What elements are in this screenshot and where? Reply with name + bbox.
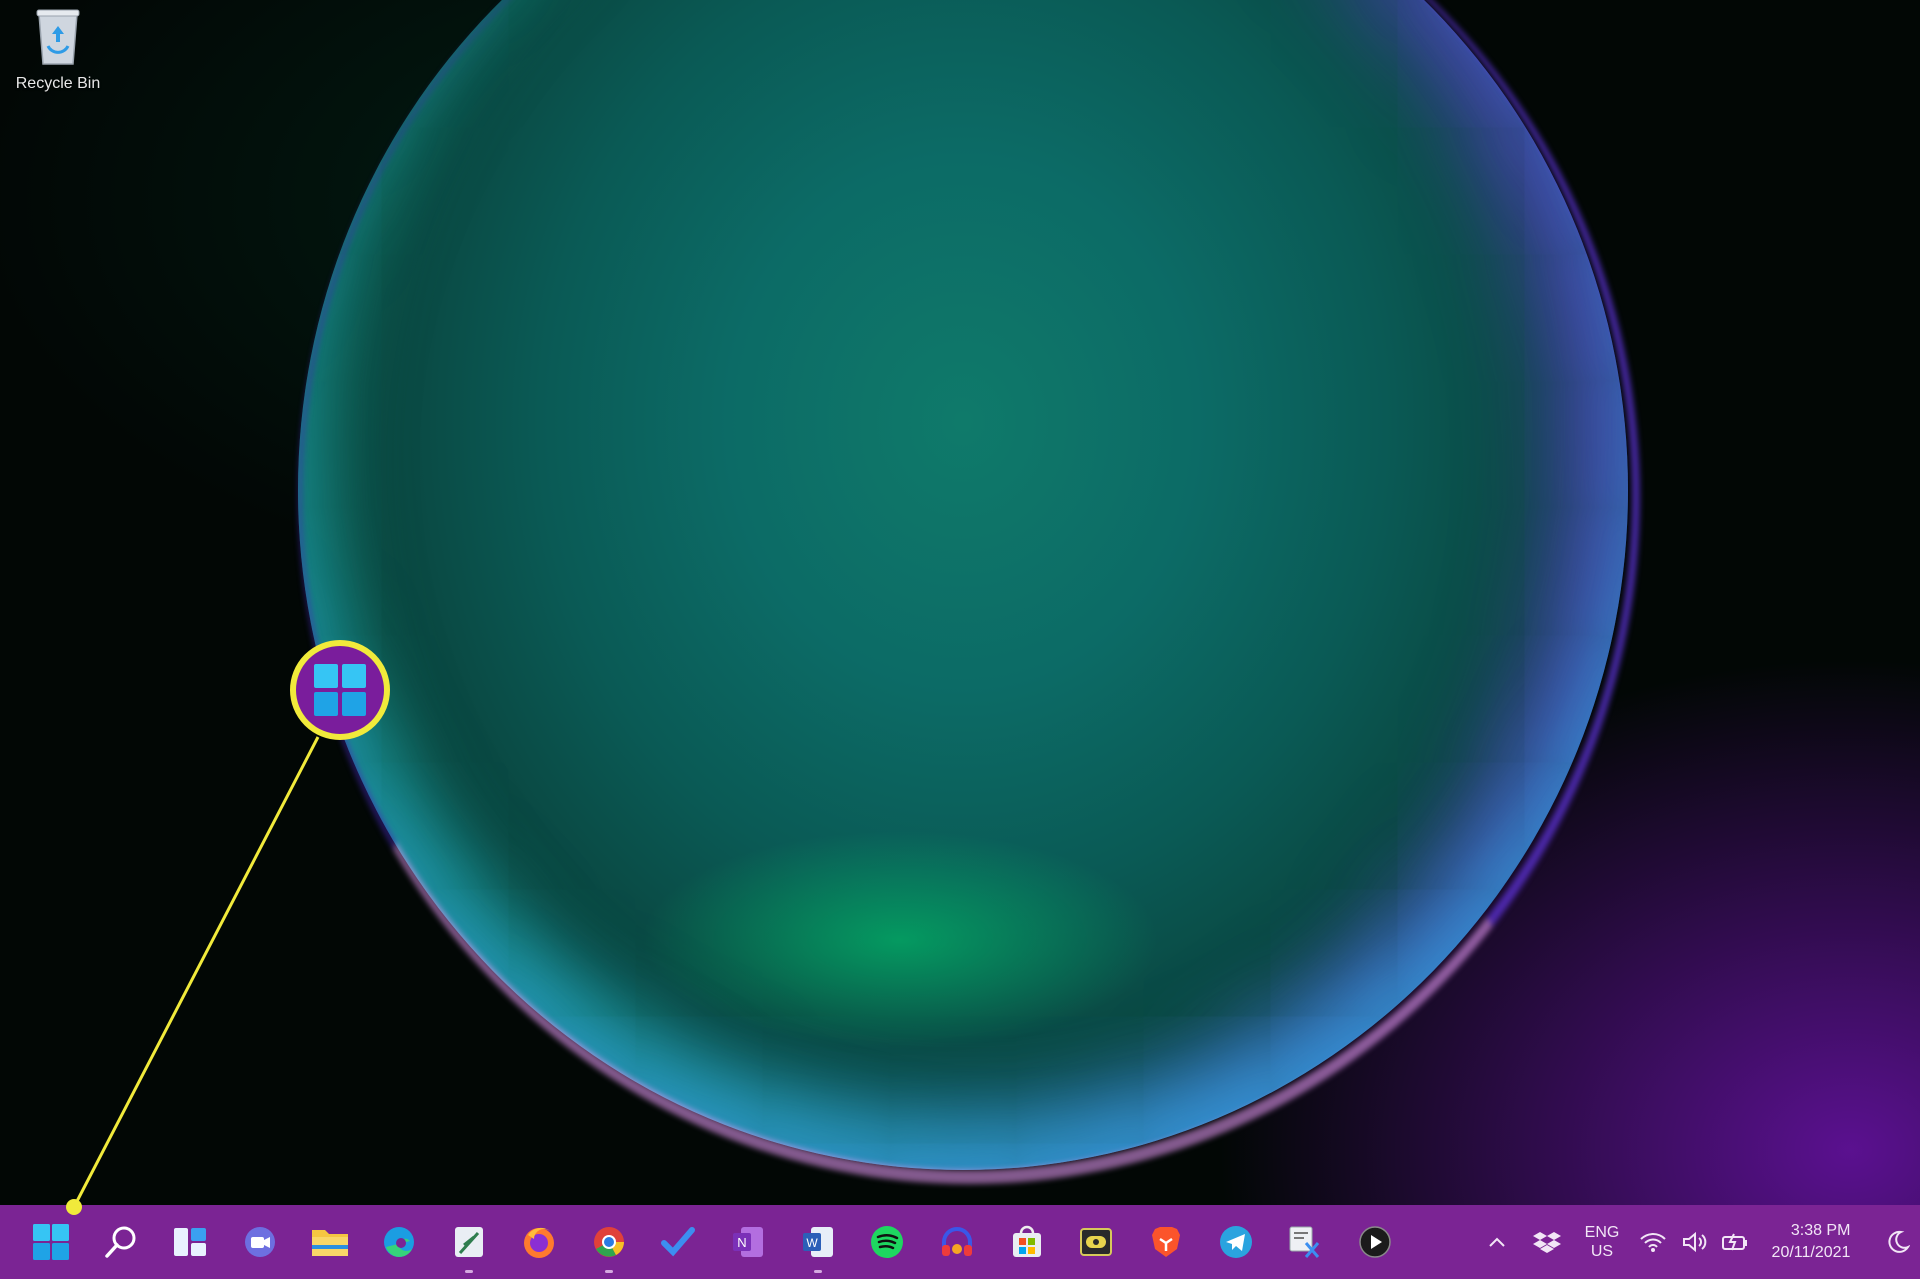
start-button[interactable] bbox=[24, 1215, 78, 1269]
volume-icon bbox=[1683, 1231, 1707, 1253]
telegram-icon bbox=[1219, 1226, 1252, 1258]
media-player-button[interactable] bbox=[1348, 1215, 1402, 1269]
clock-button[interactable]: 3:38 PM 20/11/2021 bbox=[1756, 1220, 1866, 1264]
chrome-icon bbox=[593, 1227, 624, 1257]
dropbox-icon bbox=[1533, 1232, 1561, 1253]
feather-app-icon bbox=[455, 1227, 484, 1257]
region-code: US bbox=[1590, 1243, 1614, 1260]
quick-settings-button[interactable] bbox=[1632, 1230, 1756, 1254]
dropbox-tray-button[interactable] bbox=[1522, 1229, 1572, 1255]
edge-icon bbox=[384, 1227, 415, 1257]
taskbar: N W ENG US 3:38 PM 20/11/2021 bbox=[0, 1205, 1920, 1279]
telegram-button[interactable] bbox=[1209, 1215, 1263, 1269]
media-icon bbox=[1080, 1228, 1113, 1256]
chevron-up-icon bbox=[1489, 1237, 1505, 1247]
spotify-icon bbox=[871, 1226, 904, 1258]
clock-time: 3:38 PM bbox=[1790, 1222, 1851, 1239]
widgets-button[interactable] bbox=[163, 1215, 217, 1269]
running-indicator bbox=[604, 1270, 613, 1273]
play-circle-icon bbox=[1359, 1226, 1391, 1258]
battery-icon bbox=[1722, 1233, 1747, 1251]
moon-icon bbox=[1888, 1230, 1910, 1253]
system-tray: ENG US 3:38 PM 20/11/2021 bbox=[1472, 1205, 1920, 1279]
edge-button[interactable] bbox=[372, 1215, 426, 1269]
spotify-button[interactable] bbox=[860, 1215, 914, 1269]
onenote-button[interactable]: N bbox=[721, 1215, 775, 1269]
snip-icon bbox=[1289, 1226, 1320, 1258]
brave-button[interactable] bbox=[1139, 1215, 1193, 1269]
svg-text:W: W bbox=[806, 1236, 818, 1250]
clock-date: 20/11/2021 bbox=[1771, 1244, 1851, 1261]
show-hidden-icons-button[interactable] bbox=[1472, 1231, 1522, 1253]
notification-button[interactable] bbox=[1876, 1229, 1920, 1255]
chat-camera-icon bbox=[245, 1227, 276, 1257]
word-icon: W bbox=[802, 1227, 833, 1257]
search-button[interactable] bbox=[94, 1215, 148, 1269]
store-icon bbox=[1012, 1225, 1041, 1257]
windows-start-icon bbox=[33, 1224, 69, 1260]
snipping-tool-button[interactable] bbox=[1278, 1215, 1332, 1269]
checkmark-icon bbox=[661, 1227, 696, 1257]
onenote-icon: N bbox=[732, 1227, 763, 1257]
headphones-icon bbox=[941, 1227, 972, 1256]
callout-pointer-line bbox=[72, 736, 320, 1208]
running-indicator bbox=[465, 1270, 474, 1273]
input-language-button[interactable]: ENG US bbox=[1572, 1223, 1632, 1261]
brave-icon bbox=[1152, 1227, 1180, 1257]
chrome-button[interactable] bbox=[582, 1215, 636, 1273]
headphones-app-button[interactable] bbox=[930, 1215, 984, 1269]
search-icon bbox=[104, 1226, 136, 1258]
todo-button[interactable] bbox=[651, 1215, 705, 1269]
app-feather-button[interactable] bbox=[442, 1215, 496, 1273]
firefox-icon bbox=[523, 1227, 554, 1258]
file-explorer-button[interactable] bbox=[303, 1215, 357, 1269]
taskbar-pinned-apps: N W bbox=[24, 1205, 1418, 1279]
word-button[interactable]: W bbox=[791, 1215, 845, 1273]
language-code: ENG bbox=[1584, 1224, 1620, 1241]
running-indicator bbox=[813, 1270, 822, 1273]
firefox-button[interactable] bbox=[512, 1215, 566, 1269]
widgets-icon bbox=[174, 1228, 207, 1256]
folder-icon bbox=[311, 1230, 348, 1256]
callout-pointer-dot bbox=[66, 1199, 82, 1215]
wifi-icon bbox=[1640, 1233, 1666, 1252]
svg-text:N: N bbox=[737, 1235, 746, 1250]
media-app-button[interactable] bbox=[1069, 1215, 1123, 1269]
chat-button[interactable] bbox=[233, 1215, 287, 1269]
store-button[interactable] bbox=[1000, 1215, 1054, 1269]
